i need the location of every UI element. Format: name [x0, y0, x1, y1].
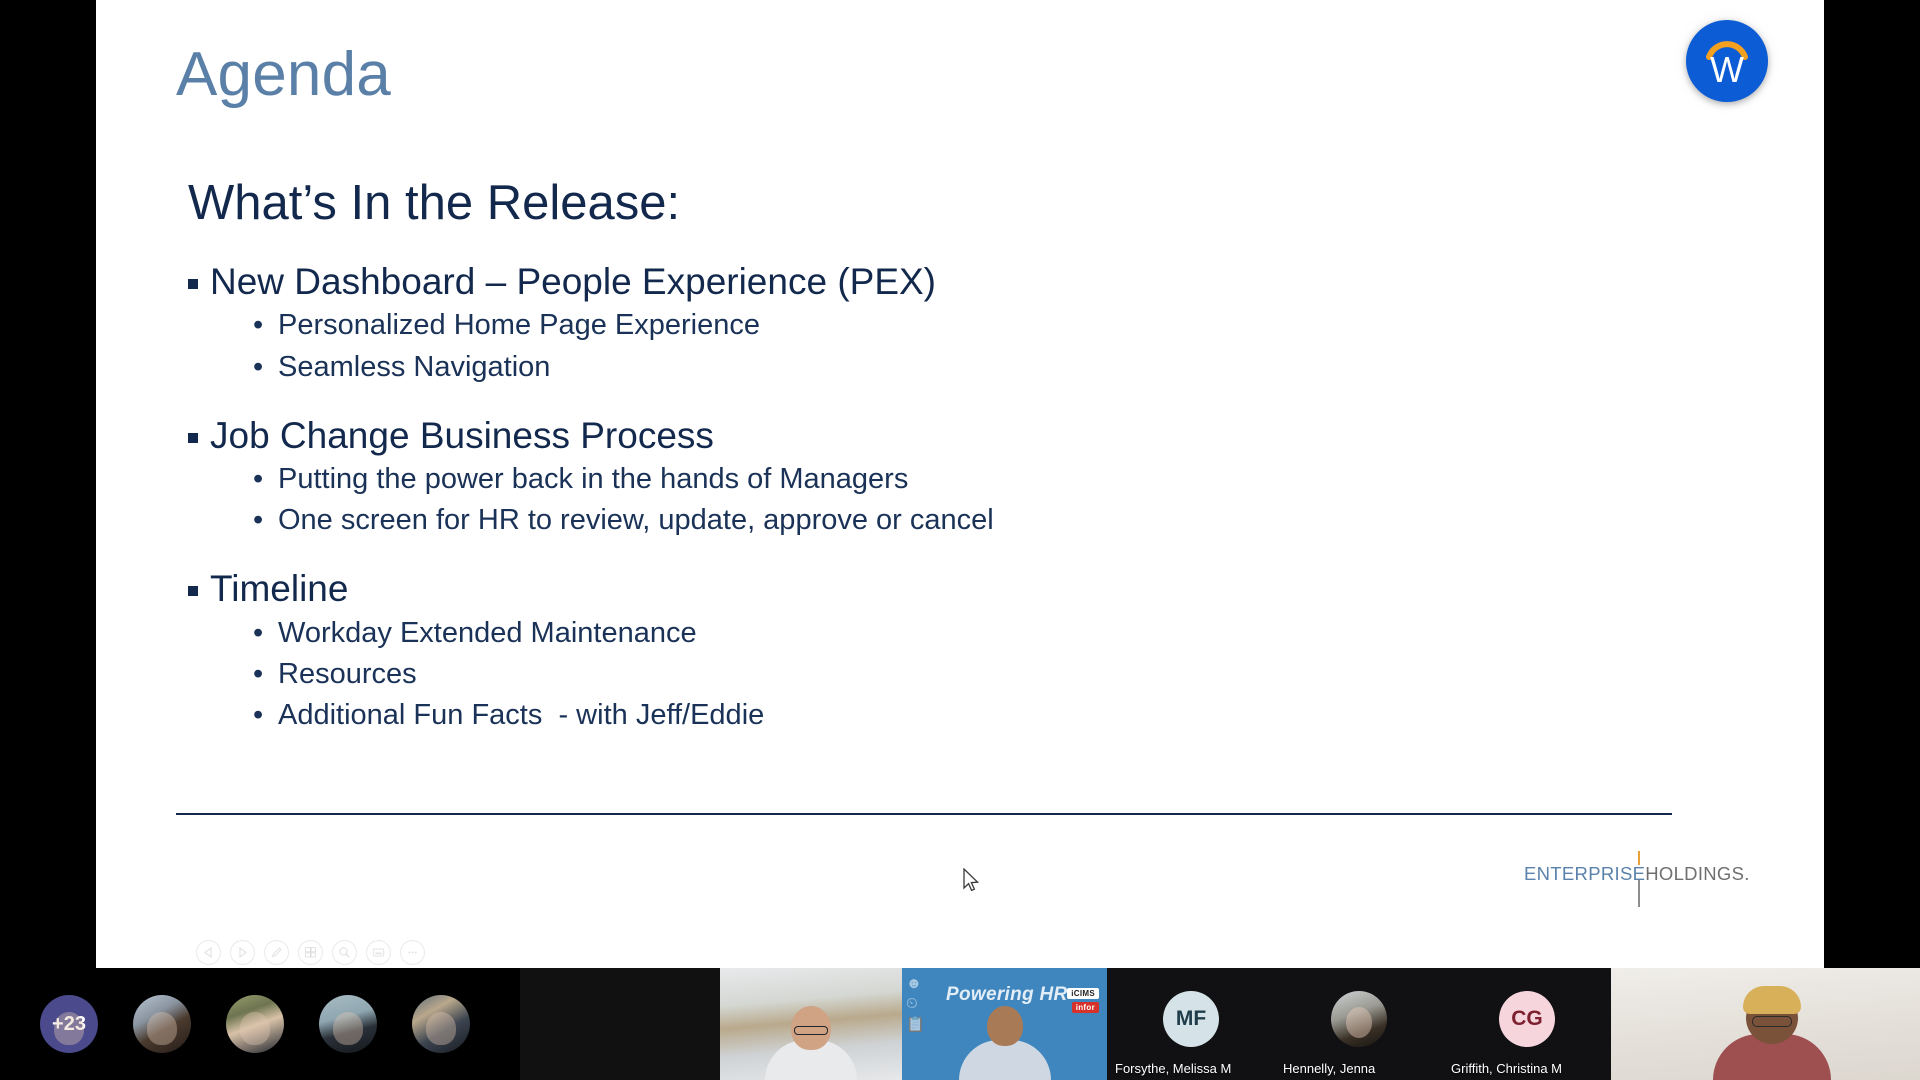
avatar: CG [1499, 991, 1555, 1047]
more-options-icon[interactable] [400, 940, 425, 965]
participant-name-label: Griffith, Christina M [1451, 1061, 1563, 1076]
bullet-level1: Job Change Business Process [188, 412, 1688, 459]
slide-grid-icon[interactable] [298, 940, 323, 965]
participant-video-tile-2[interactable]: ☻ ⏲ 📋 Powering HR iCIMS infor [902, 968, 1107, 1080]
presentation-slide[interactable]: W Agenda What’s In the Release: New Dash… [96, 0, 1824, 968]
bullet-level2: • Resources [253, 654, 1688, 695]
bullet-level2-label: One screen for HR to review, update, app… [278, 504, 994, 537]
bullet-level1-label: Job Change Business Process [210, 414, 714, 456]
brand-chip-infor: infor [1071, 1002, 1099, 1013]
bullet-level2-label: Resources [278, 657, 417, 690]
workday-logo-mark: W [1706, 41, 1748, 90]
presenter-toolbar[interactable] [196, 940, 425, 965]
bullet-level2-label: Personalized Home Page Experience [278, 309, 760, 342]
dot-bullet-icon: • [253, 350, 264, 383]
bullet-group: New Dashboard – People Experience (PEX) … [188, 258, 1688, 388]
brand-chip-icims: iCIMS [1067, 988, 1099, 999]
bullet-level2-label: Additional Fun Facts - with Jeff/Eddie [278, 699, 765, 732]
participant-video-tile-3[interactable] [1611, 968, 1920, 1080]
overflow-participants-badge[interactable]: +23 [40, 995, 98, 1053]
previous-slide-icon[interactable] [196, 940, 221, 965]
bullet-level2: • Workday Extended Maintenance [253, 613, 1688, 654]
avatar: MF [1163, 991, 1219, 1047]
bullet-level1-label: New Dashboard – People Experience (PEX) [210, 261, 936, 302]
virtual-background-headline: Powering HR [946, 984, 1068, 1005]
bullet-level1: New Dashboard – People Experience (PEX) [188, 258, 1688, 305]
participant-video-feed [1712, 986, 1831, 1080]
magnifier-icon[interactable] [332, 940, 357, 965]
square-bullet-icon [188, 579, 210, 600]
participant-avatar-4[interactable] [412, 995, 470, 1053]
bullet-level2-label: Workday Extended Maintenance [278, 616, 697, 649]
dot-bullet-icon: • [253, 657, 264, 690]
virtual-background-brand-chips: iCIMS infor [1067, 988, 1099, 1013]
bullet-level2: • Seamless Navigation [253, 347, 1688, 388]
participant-video-feed [765, 1006, 857, 1080]
participant-avatar-3[interactable] [319, 995, 377, 1053]
logo-wordmark: ENTERPRISEHOLDINGS. [1524, 863, 1750, 885]
svg-text:W: W [1710, 49, 1744, 90]
participant-avatar-1[interactable] [133, 995, 191, 1053]
logo-word-enterprise: ENTERPRISE [1524, 863, 1646, 884]
dot-bullet-icon: • [253, 504, 264, 537]
logo-word-holdings: HOLDINGS. [1645, 863, 1750, 884]
participant-tile-hennelly[interactable]: Hennelly, Jenna [1275, 968, 1443, 1080]
pen-icon[interactable] [264, 940, 289, 965]
dot-bullet-icon: • [253, 699, 264, 732]
enterprise-holdings-logo: ENTERPRISEHOLDINGS. [1524, 845, 1754, 907]
captions-icon[interactable] [366, 940, 391, 965]
dot-bullet-icon: • [253, 463, 264, 496]
next-slide-icon[interactable] [230, 940, 255, 965]
square-bullet-icon [188, 426, 210, 447]
bullet-level2: • One screen for HR to review, update, a… [253, 500, 1688, 541]
participant-avatar-2[interactable] [226, 995, 284, 1053]
slide-subtitle: What’s In the Release: [188, 176, 681, 230]
dot-bullet-icon: • [253, 309, 264, 342]
meeting-participant-filmstrip: +23 ☻ ⏲ 📋 Powering HR iCIMS infor MF For… [0, 968, 1920, 1080]
participant-video-tile-1[interactable] [720, 968, 902, 1080]
avatar [1331, 991, 1387, 1047]
participant-tile-forsythe[interactable]: MF Forsythe, Melissa M [1107, 968, 1275, 1080]
bullet-level1: Timeline [188, 565, 1688, 612]
slide-divider [176, 813, 1672, 815]
bullet-level2: • Putting the power back in the hands of… [253, 459, 1688, 500]
dot-bullet-icon: • [253, 616, 264, 649]
participant-name-label: Hennelly, Jenna [1283, 1061, 1376, 1076]
bullet-level1-label: Timeline [210, 568, 349, 610]
screen: W Agenda What’s In the Release: New Dash… [0, 0, 1920, 1080]
participant-avatar-rail: +23 [0, 968, 520, 1080]
square-bullet-icon [188, 272, 210, 293]
bullet-level2-label: Seamless Navigation [278, 350, 551, 383]
bullet-level2-label: Putting the power back in the hands of M… [278, 463, 909, 496]
participant-name-label: Forsythe, Melissa M [1115, 1061, 1232, 1076]
workday-logo: W [1672, 6, 1782, 116]
participant-video-feed [958, 1006, 1051, 1080]
bullet-level2: • Additional Fun Facts - with Jeff/Eddie [253, 695, 1688, 736]
bullet-group: Timeline • Workday Extended Maintenance … [188, 565, 1688, 736]
slide-bullet-list: New Dashboard – People Experience (PEX) … [188, 258, 1688, 740]
bullet-group: Job Change Business Process • Putting th… [188, 412, 1688, 542]
bullet-level2: • Personalized Home Page Experience [253, 305, 1688, 346]
page-title: Agenda [176, 40, 391, 109]
participant-tile-empty[interactable] [520, 968, 720, 1080]
participant-tile-griffith[interactable]: CG Griffith, Christina M [1443, 968, 1611, 1080]
